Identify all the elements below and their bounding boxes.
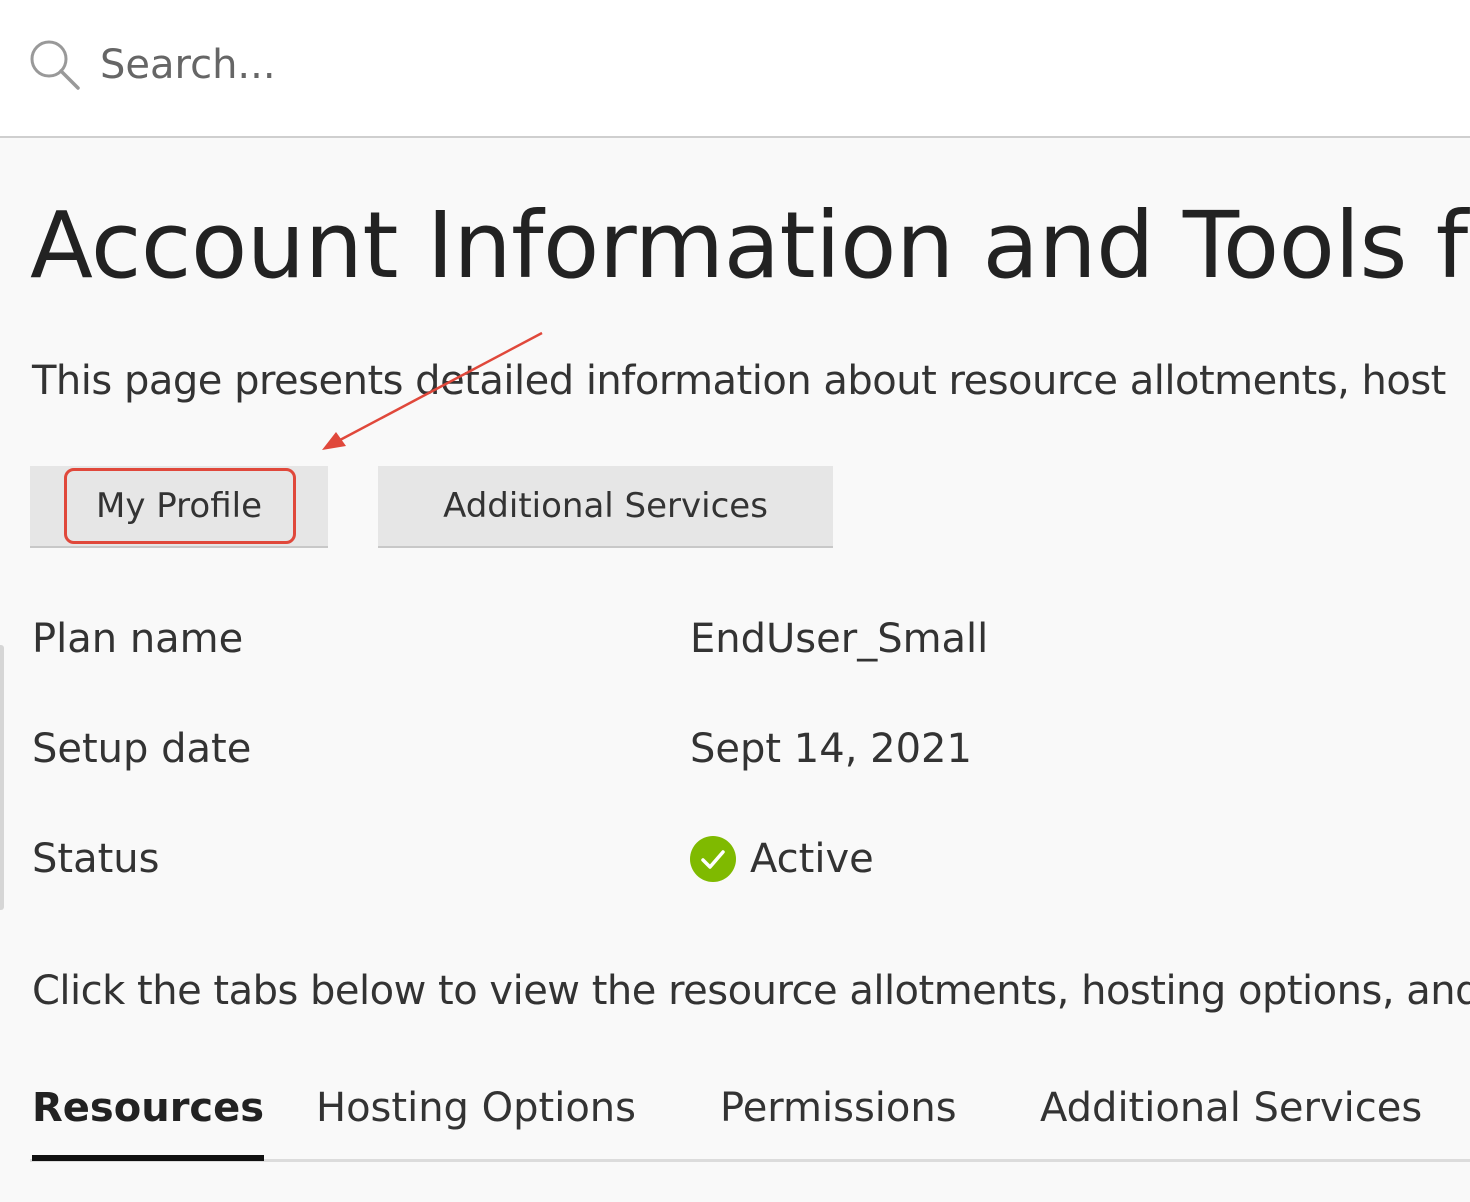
top-search-bar — [0, 0, 1470, 138]
check-circle-icon — [690, 836, 736, 882]
side-panel-edge[interactable] — [0, 645, 4, 910]
status-value: Active — [690, 836, 874, 882]
tab-hosting-options[interactable]: Hosting Options — [316, 1085, 636, 1155]
additional-services-button-label: Additional Services — [443, 486, 768, 526]
annotation-arrow — [322, 331, 543, 450]
setup-date-value: Sept 14, 2021 — [690, 726, 972, 772]
my-profile-button-label: My Profile — [96, 486, 262, 526]
plan-name-label: Plan name — [32, 616, 244, 662]
search-icon[interactable] — [28, 38, 82, 92]
status-value-text: Active — [750, 836, 874, 882]
setup-date-label: Setup date — [32, 726, 252, 772]
additional-services-button[interactable]: Additional Services — [378, 466, 833, 548]
tab-permissions[interactable]: Permissions — [720, 1085, 957, 1155]
tab-resources[interactable]: Resources — [32, 1085, 265, 1161]
tab-additional-services[interactable]: Additional Services — [1040, 1085, 1422, 1155]
tab-bar: Resources Hosting Options Permissions Ad… — [30, 1085, 1470, 1162]
page-intro-text: This page presents detailed information … — [32, 358, 1446, 404]
status-label: Status — [32, 836, 160, 882]
page-title: Account Information and Tools f — [30, 192, 1468, 299]
plan-name-value: EndUser_Small — [690, 616, 989, 662]
search-input[interactable] — [100, 30, 800, 100]
my-profile-button[interactable]: My Profile — [30, 466, 328, 548]
tabs-hint-text: Click the tabs below to view the resourc… — [32, 968, 1470, 1014]
